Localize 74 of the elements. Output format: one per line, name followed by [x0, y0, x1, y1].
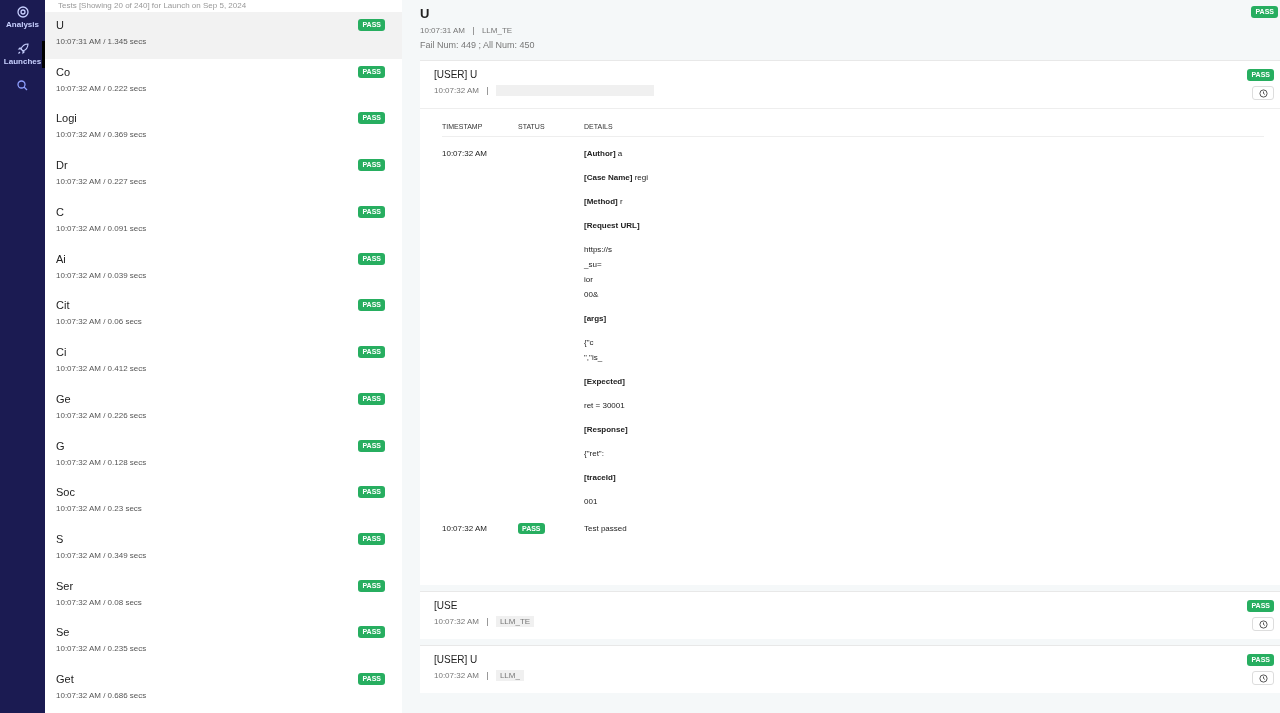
test-time: 10:07:32 AM	[434, 86, 479, 95]
rocket-icon	[16, 43, 29, 55]
test-name: Get	[56, 673, 75, 686]
test-name: Logi	[56, 112, 78, 125]
log-text: _su=	[584, 260, 602, 269]
test-time: 10:07:32 AM / 0.23 secs	[56, 504, 142, 514]
test-time: 10:07:31 AM	[420, 26, 465, 35]
list-header: Tests [Showing 20 of 240] for Launch on Sep 5, 2024	[57, 0, 248, 12]
log-text: Test passed	[584, 524, 627, 533]
log-label: [Expected]	[584, 377, 625, 386]
test-name: Ai	[56, 252, 67, 265]
test-time: 10:07:32 AM	[434, 617, 479, 626]
test-name: U	[56, 18, 65, 31]
test-name: Co	[56, 65, 72, 78]
fail-count: Fail Num: 449 ; All Num: 450	[420, 40, 535, 50]
test-id: LLM_TE	[481, 26, 513, 35]
search-icon	[17, 80, 28, 91]
nav-item[interactable]: Launches	[0, 41, 45, 68]
test-name: C	[56, 205, 65, 218]
log-text: ior	[584, 275, 593, 284]
test-time: 10:07:32 AM / 0.091 secs	[56, 223, 147, 233]
log-label: [args]	[584, 314, 607, 323]
test-time: 10:07:32 AM / 0.369 secs	[56, 130, 147, 140]
log-label: [traceId]	[584, 473, 616, 482]
log-text: {"c	[584, 338, 594, 347]
test-name: Cit	[56, 299, 71, 312]
test-name: Soc	[56, 486, 76, 499]
test-time: 10:07:32 AM / 0.06 secs	[56, 317, 142, 327]
test-time: 10:07:32 AM / 0.349 secs	[56, 551, 147, 560]
test-name: Ser	[56, 579, 75, 592]
test-time: 10:07:32 AM / 0.227 secs	[56, 177, 147, 187]
log-field: [Case Name] regi	[584, 173, 649, 182]
test-time: 10:07:32 AM / 0.235 secs	[56, 644, 147, 654]
clock-icon	[1258, 619, 1268, 629]
target-icon	[16, 6, 29, 18]
test-name: G	[56, 439, 66, 452]
log-text: {"ret":	[584, 449, 604, 458]
log-time: 10:07:32 AM	[442, 524, 487, 533]
test-time: 10:07:32 AM / 0.412 secs	[56, 364, 147, 374]
log-field: [Author] a	[584, 149, 623, 158]
test-title: [USER] U	[434, 654, 479, 665]
test-name: Se	[56, 626, 71, 639]
log-label: [Request URL]	[584, 221, 640, 230]
test-id: LLM_	[495, 670, 524, 681]
clock-icon	[1258, 673, 1268, 683]
log-text: ret = 30001	[584, 401, 625, 410]
test-id: LLM_TE	[495, 616, 535, 627]
clock-icon	[1258, 88, 1268, 98]
log-text: 001	[584, 497, 598, 506]
test-title: [USER] U	[434, 69, 479, 80]
nav-item[interactable]: Analysis	[0, 4, 45, 31]
log-label: [Response]	[584, 425, 628, 434]
test-title: U	[420, 6, 431, 21]
test-name: Ge	[56, 392, 72, 405]
log-time: 10:07:32 AM	[442, 149, 487, 158]
test-time: 10:07:31 AM / 1.345 secs	[56, 36, 147, 46]
test-name: Ci	[56, 346, 68, 359]
test-time: 10:07:32 AM / 0.686 secs	[56, 691, 147, 701]
history-button[interactable]	[1252, 671, 1274, 685]
test-name: Dr	[56, 159, 69, 172]
log-field: [Method] r	[584, 197, 623, 206]
history-button[interactable]	[1252, 617, 1274, 631]
test-time: 10:07:32 AM / 0.222 secs	[56, 83, 147, 93]
test-time: 10:07:32 AM	[434, 671, 479, 680]
log-text: 00&	[584, 290, 599, 299]
test-title: [USE	[434, 600, 459, 611]
history-button[interactable]	[1252, 86, 1274, 100]
test-time: 10:07:32 AM / 0.128 secs	[56, 457, 147, 467]
log-text: https://s	[584, 245, 612, 254]
test-name: S	[56, 533, 65, 545]
log-text: ","is_	[584, 353, 603, 362]
test-time: 10:07:32 AM / 0.08 secs	[56, 597, 142, 607]
test-time: 10:07:32 AM / 0.039 secs	[56, 270, 147, 280]
test-time: 10:07:32 AM / 0.226 secs	[56, 410, 147, 420]
